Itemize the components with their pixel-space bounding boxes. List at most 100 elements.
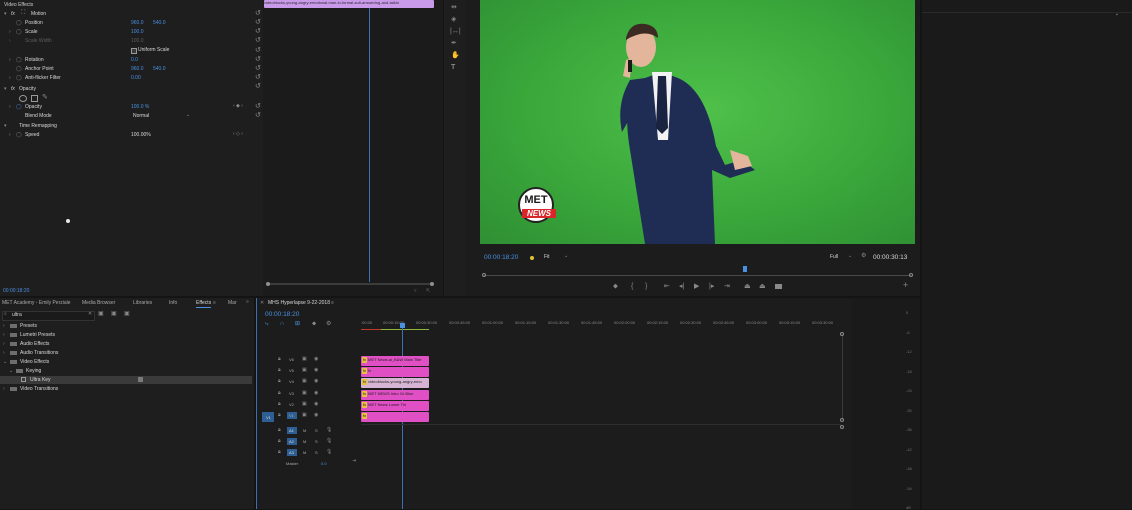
chevron-down-icon[interactable]: ⌄ (848, 253, 852, 260)
position-x-value[interactable]: 960.0 (131, 20, 144, 27)
expand-triangle-icon[interactable]: › (9, 132, 11, 139)
reset-icon[interactable]: ↺ (255, 112, 261, 119)
eye-icon[interactable]: ◉ (314, 412, 318, 419)
expand-triangle-icon[interactable]: › (9, 38, 11, 45)
scrub-handle-left[interactable] (482, 273, 486, 277)
blend-mode-dropdown[interactable]: Normal (133, 113, 149, 120)
mute-button[interactable]: M (303, 438, 306, 445)
tab-libraries[interactable]: Libraries (133, 300, 152, 307)
close-tab-icon[interactable]: ✕ (260, 300, 264, 307)
timeline-clip[interactable]: fx fx (361, 367, 429, 377)
microphone-icon[interactable]: 🎙︎ (326, 427, 332, 434)
ec-scroll-handle[interactable] (266, 282, 270, 286)
mute-button[interactable]: M (303, 427, 306, 434)
add-button-icon[interactable]: + (903, 281, 908, 290)
keyframe-nav-icon[interactable]: ‹ ◇ › (233, 131, 243, 138)
eye-icon[interactable]: ◉ (314, 367, 318, 374)
ec-playhead[interactable] (369, 8, 370, 282)
pen-tool-icon[interactable]: ✒ (451, 40, 457, 47)
add-marker-icon[interactable]: ⬥ (613, 283, 618, 290)
linked-selection-icon[interactable]: ⊞ (295, 321, 300, 328)
reset-icon[interactable]: ↺ (255, 103, 261, 110)
snap-icon[interactable]: ∩ (280, 321, 284, 328)
eye-icon[interactable]: ◉ (314, 356, 318, 363)
slip-tool-icon[interactable]: |↔| (450, 28, 461, 35)
tab-info[interactable]: Info (169, 300, 177, 307)
uniform-scale-checkbox[interactable] (131, 48, 137, 54)
tab-project[interactable]: MET Academy - Emily Perziale (2, 300, 71, 307)
wrench-icon[interactable]: ⚙ (326, 321, 331, 328)
stopwatch-icon[interactable]: ◯ (16, 104, 22, 111)
play-icon[interactable]: ▶ (694, 283, 699, 290)
timeline-clip[interactable]: fx videoblocks-young-angry-emo (361, 378, 429, 388)
panel-menu-icon[interactable]: ≡ (213, 300, 216, 307)
mute-button[interactable]: M (303, 449, 306, 456)
effect-controls-timecode[interactable]: 00:00:18:20 (3, 288, 29, 295)
lock-icon[interactable]: 🔒︎ (278, 401, 281, 408)
anti-flicker-value[interactable]: 0.00 (131, 75, 141, 82)
stopwatch-icon[interactable]: ◯ (16, 132, 22, 139)
extract-icon[interactable]: ⏏ (759, 283, 766, 290)
collapse-triangle-icon[interactable]: ⌄ (3, 359, 7, 366)
hand-tool-icon[interactable]: ✋ (451, 52, 460, 59)
sync-lock-icon[interactable]: ▣ (302, 378, 307, 385)
lock-icon[interactable]: 🔒︎ (278, 412, 281, 419)
expand-triangle-icon[interactable]: › (3, 332, 5, 339)
tree-video-transitions[interactable]: Video Transitions (20, 386, 58, 393)
export-frame-icon[interactable] (775, 284, 782, 289)
lock-icon[interactable]: 🔒︎ (278, 449, 281, 456)
step-back-icon[interactable]: ◂| (679, 283, 684, 290)
ec-zoom-scrollbar[interactable] (266, 283, 432, 285)
timeline-clip[interactable]: fx MET News Lower Thi (361, 401, 429, 411)
tree-audio-transitions[interactable]: Audio Transitions (20, 350, 58, 357)
eye-icon[interactable]: ◉ (314, 390, 318, 397)
opacity-value[interactable]: 100.0 % (131, 104, 149, 111)
ec-clip-bar[interactable]: videoblocks-young-angry-emotional-man-in… (264, 0, 434, 8)
add-marker-icon[interactable]: ⬥ (312, 321, 316, 328)
collapse-triangle-icon[interactable]: ⌄ (9, 368, 13, 375)
speed-value[interactable]: 100.00% (131, 132, 151, 139)
tree-audio-effects[interactable]: Audio Effects (20, 341, 49, 348)
expand-triangle-icon[interactable]: › (9, 29, 11, 36)
yuv-effects-icon[interactable]: ▣ (124, 311, 130, 318)
tab-markers[interactable]: Mar (228, 300, 237, 307)
timeline-clip[interactable]: fx MET NEWS Intro Gr Blue (361, 390, 429, 400)
keyframe-nav-icon[interactable]: ‹ ◆ › (233, 103, 243, 110)
reset-icon[interactable]: ↺ (255, 19, 261, 26)
position-y-value[interactable]: 540.0 (153, 20, 166, 27)
rectangle-mask-icon[interactable] (31, 95, 38, 102)
microphone-icon[interactable]: 🎙︎ (326, 438, 332, 445)
wrench-icon[interactable]: ⚙ (861, 253, 866, 260)
expand-triangle-icon[interactable]: › (3, 350, 5, 357)
expand-triangle-icon[interactable]: › (3, 323, 5, 330)
sequence-tab[interactable]: MHS Hyperlapse 9-22-2018 (268, 300, 330, 307)
type-tool-icon[interactable]: T (451, 64, 455, 71)
vscroll-handle-bottom[interactable] (840, 418, 844, 422)
panel-menu-icon[interactable]: ≡ (331, 300, 334, 307)
accelerated-effects-icon[interactable]: ▣ (98, 311, 104, 318)
tab-media-browser[interactable]: Media Browser (82, 300, 115, 307)
master-value[interactable]: 0.0 (321, 460, 327, 467)
rotation-value[interactable]: 0.0 (131, 57, 138, 64)
disclosure-triangle-icon[interactable]: ▾ (4, 11, 7, 18)
chevron-down-icon[interactable]: ⌄ (564, 253, 568, 260)
lock-icon[interactable]: 🔒︎ (278, 390, 281, 397)
eye-icon[interactable]: ◉ (314, 401, 318, 408)
scale-value[interactable]: 100.0 (131, 29, 144, 36)
expand-triangle-icon[interactable]: › (3, 386, 5, 393)
lock-icon[interactable]: 🔒︎ (278, 427, 281, 434)
lock-icon[interactable]: 🔒︎ (278, 438, 281, 445)
go-to-end-icon[interactable]: ⇥ (352, 458, 356, 465)
reset-icon[interactable]: ↺ (255, 65, 261, 72)
sync-lock-icon[interactable]: ▣ (302, 390, 307, 397)
fit-dropdown[interactable]: Fit (544, 254, 550, 261)
tree-presets[interactable]: Presets (20, 323, 37, 330)
anchor-x-value[interactable]: 960.0 (131, 66, 144, 73)
anchor-y-value[interactable]: 540.0 (153, 66, 166, 73)
lock-icon[interactable]: 🔒︎ (278, 378, 281, 385)
step-forward-icon[interactable]: |▸ (709, 283, 714, 290)
stopwatch-icon[interactable]: ◯ (16, 29, 22, 36)
motion-transform-icon[interactable]: ⛶ (21, 10, 25, 17)
go-to-out-icon[interactable]: ⇥ (724, 283, 730, 290)
fx-badge[interactable]: fx (11, 86, 15, 93)
